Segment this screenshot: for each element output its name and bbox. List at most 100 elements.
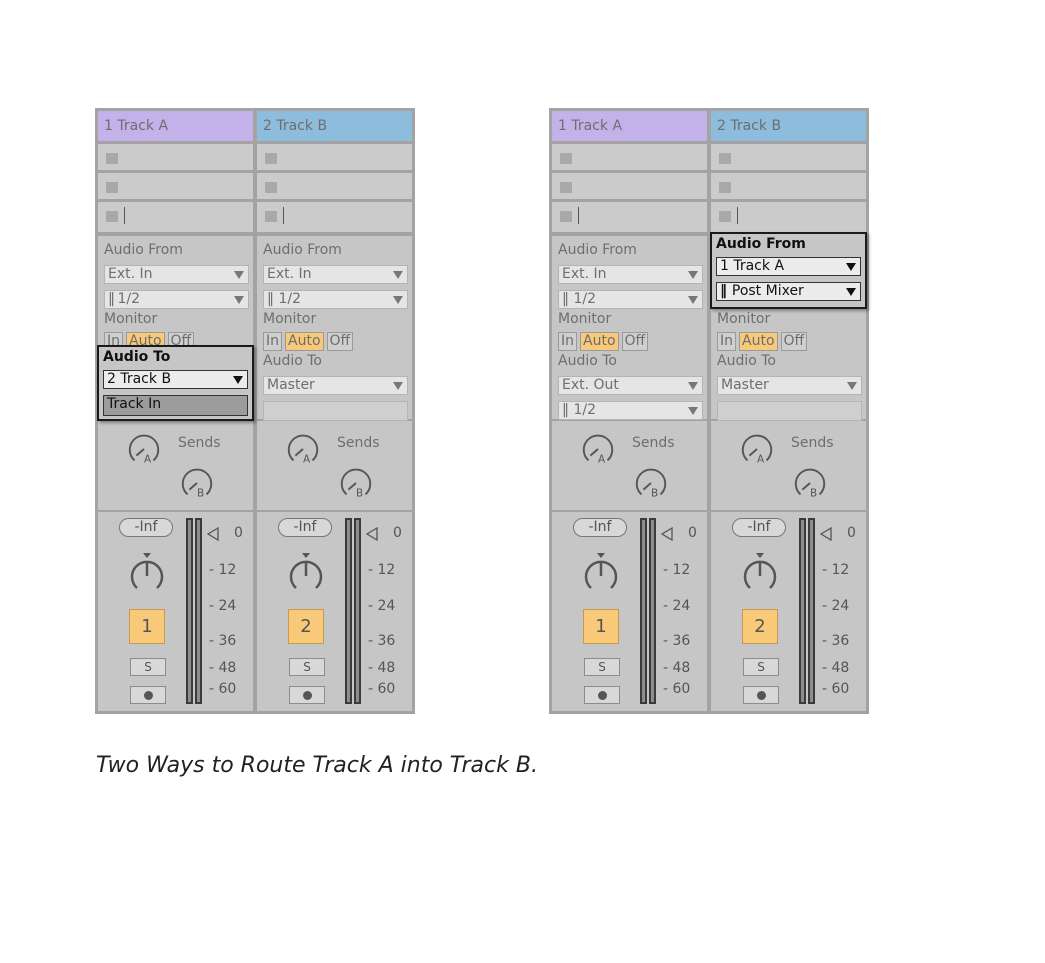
clip-slot[interactable]	[711, 144, 866, 170]
track-title[interactable]: 1 Track A	[98, 111, 253, 141]
clip-stop-icon[interactable]	[719, 182, 731, 193]
clip-slot[interactable]	[98, 173, 253, 199]
volume-fader-arrow-icon[interactable]	[366, 527, 378, 541]
clip-slot[interactable]	[711, 173, 866, 199]
track-column-b: 2 Track B Audio From Ext. In ‖ 1/2 Monit…	[257, 111, 412, 711]
solo-button[interactable]: S	[743, 658, 779, 676]
audio-to-dropdown[interactable]: 2 Track B	[103, 370, 248, 389]
clip-stop-icon[interactable]	[719, 211, 731, 222]
track-activator-button[interactable]: 2	[742, 609, 778, 644]
solo-button[interactable]: S	[289, 658, 325, 676]
arm-button[interactable]	[584, 686, 620, 704]
audio-to-dropdown[interactable]: Master	[263, 376, 408, 395]
arm-button[interactable]	[743, 686, 779, 704]
track-title[interactable]: 1 Track A	[552, 111, 707, 141]
monitor-in-button[interactable]: In	[558, 332, 578, 351]
clip-slot[interactable]	[98, 144, 253, 170]
audio-from-value: 1 Track A	[720, 258, 785, 274]
send-b-knob[interactable]: B	[791, 464, 829, 502]
monitor-auto-button[interactable]: Auto	[739, 332, 778, 351]
stereo-icon: ‖	[562, 402, 574, 418]
output-channel-dropdown[interactable]: Track In	[103, 395, 248, 416]
solo-button[interactable]: S	[584, 658, 620, 676]
monitor-auto-button[interactable]: Auto	[580, 332, 619, 351]
clip-stop-icon[interactable]	[719, 153, 731, 164]
clip-slot[interactable]	[257, 173, 412, 199]
volume-fader-arrow-icon[interactable]	[820, 527, 832, 541]
track-activator-button[interactable]: 1	[583, 609, 619, 644]
audio-to-dropdown[interactable]: Master	[717, 376, 862, 395]
output-channel-dropdown[interactable]	[263, 401, 408, 421]
clip-stop-icon[interactable]	[106, 182, 118, 193]
stereo-icon: ‖	[720, 283, 732, 299]
clip-stop-icon[interactable]	[265, 153, 277, 164]
meter-label: - 12	[368, 562, 396, 578]
send-a-knob[interactable]: A	[284, 430, 322, 468]
input-channel-dropdown[interactable]: ‖ Post Mixer	[716, 282, 861, 301]
monitor-off-button[interactable]: Off	[780, 332, 808, 351]
volume-field[interactable]: -Inf	[732, 518, 786, 537]
monitor-in-button[interactable]: In	[717, 332, 737, 351]
audio-from-dropdown[interactable]: Ext. In	[104, 265, 249, 284]
clip-stop-icon[interactable]	[560, 211, 572, 222]
clip-slot[interactable]	[552, 202, 707, 232]
clip-stop-icon[interactable]	[560, 182, 572, 193]
clip-stop-icon[interactable]	[265, 182, 277, 193]
audio-from-highlight: Audio From 1 Track A ‖ Post Mixer	[710, 232, 867, 309]
pan-knob[interactable]	[579, 550, 623, 594]
monitor-off-button[interactable]: Off	[326, 332, 354, 351]
meter-label: - 60	[822, 681, 850, 697]
track-title[interactable]: 2 Track B	[257, 111, 412, 141]
pan-knob[interactable]	[284, 550, 328, 594]
clip-stop-icon[interactable]	[265, 211, 277, 222]
output-channel-value: Track In	[107, 396, 162, 412]
send-b-knob[interactable]: B	[337, 464, 375, 502]
clip-slot[interactable]	[711, 202, 866, 232]
send-a-knob[interactable]: A	[579, 430, 617, 468]
input-channel-value: Post Mixer	[731, 283, 804, 299]
audio-from-dropdown[interactable]: 1 Track A	[716, 257, 861, 276]
arm-button[interactable]	[289, 686, 325, 704]
sends-section: Sends A B	[552, 421, 707, 510]
monitor-switch: In Auto Off	[263, 330, 356, 351]
pan-knob[interactable]	[738, 550, 782, 594]
audio-from-dropdown[interactable]: Ext. In	[263, 265, 408, 284]
clip-slot[interactable]	[257, 202, 412, 232]
input-channel-dropdown[interactable]: ‖ 1/2	[558, 290, 703, 309]
arm-button[interactable]	[130, 686, 166, 704]
track-activator-button[interactable]: 1	[129, 609, 165, 644]
volume-fader-arrow-icon[interactable]	[661, 527, 673, 541]
clip-slot[interactable]	[552, 144, 707, 170]
send-a-knob[interactable]: A	[738, 430, 776, 468]
pan-knob[interactable]	[125, 550, 169, 594]
clip-stop-icon[interactable]	[106, 211, 118, 222]
clip-slot[interactable]	[552, 173, 707, 199]
volume-field[interactable]: -Inf	[119, 518, 173, 537]
volume-field[interactable]: -Inf	[573, 518, 627, 537]
sends-label: Sends	[337, 435, 380, 451]
output-channel-dropdown[interactable]: ‖ 1/2	[558, 401, 703, 420]
clip-slot[interactable]	[257, 144, 412, 170]
input-channel-dropdown[interactable]: ‖ 1/2	[263, 290, 408, 309]
stereo-icon: ‖	[267, 291, 279, 307]
solo-button[interactable]: S	[130, 658, 166, 676]
clip-slot[interactable]	[98, 202, 253, 232]
monitor-auto-button[interactable]: Auto	[285, 332, 324, 351]
monitor-in-button[interactable]: In	[263, 332, 283, 351]
volume-fader-arrow-icon[interactable]	[207, 527, 219, 541]
output-channel-dropdown[interactable]	[717, 401, 862, 421]
clip-stop-icon[interactable]	[106, 153, 118, 164]
audio-from-value: Ext. In	[108, 266, 153, 282]
send-b-knob[interactable]: B	[178, 464, 216, 502]
clip-stop-icon[interactable]	[560, 153, 572, 164]
track-title[interactable]: 2 Track B	[711, 111, 866, 141]
input-channel-dropdown[interactable]: ‖ 1/2	[104, 290, 249, 309]
track-activator-button[interactable]: 2	[288, 609, 324, 644]
dropdown-arrow-icon	[688, 296, 698, 304]
audio-to-dropdown[interactable]: Ext. Out	[558, 376, 703, 395]
monitor-off-button[interactable]: Off	[621, 332, 649, 351]
volume-field[interactable]: -Inf	[278, 518, 332, 537]
audio-from-dropdown[interactable]: Ext. In	[558, 265, 703, 284]
send-b-knob[interactable]: B	[632, 464, 670, 502]
send-a-knob[interactable]: A	[125, 430, 163, 468]
